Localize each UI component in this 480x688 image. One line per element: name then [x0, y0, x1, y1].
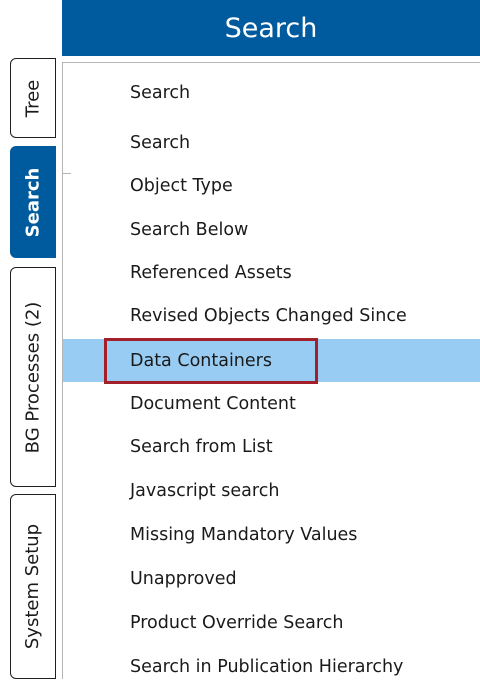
- menu-item-javascript-search[interactable]: Javascript search: [63, 469, 480, 512]
- menu-heading[interactable]: Search: [63, 71, 480, 114]
- menu-item-document-content[interactable]: Document Content: [63, 382, 480, 425]
- menu-item-data-containers[interactable]: Data Containers: [63, 339, 480, 382]
- menu-item-product-override-search[interactable]: Product Override Search: [63, 601, 480, 644]
- tab-tree-label: Tree: [22, 79, 44, 117]
- menu-item-missing-mandatory-values[interactable]: Missing Mandatory Values: [63, 513, 480, 556]
- panel-header: Search: [62, 0, 480, 56]
- tab-bg-processes-label: BG Processes (2): [22, 301, 44, 453]
- menu-item-search-below[interactable]: Search Below: [63, 208, 480, 251]
- tab-system-setup[interactable]: System Setup: [10, 494, 56, 679]
- panel-title: Search: [224, 12, 318, 44]
- menu-item-search-from-list[interactable]: Search from List: [63, 425, 480, 468]
- tab-system-setup-label: System Setup: [22, 523, 44, 650]
- side-tab-strip: Tree Search BG Processes (2) System Setu…: [0, 0, 62, 679]
- menu-item-search[interactable]: Search: [63, 121, 480, 164]
- menu-item-revised-objects[interactable]: Revised Objects Changed Since: [63, 294, 480, 337]
- menu-item-search-in-publication-hierarchy[interactable]: Search in Publication Hierarchy: [63, 645, 480, 688]
- tab-search-label: Search: [22, 167, 44, 237]
- menu-item-object-type[interactable]: Object Type: [63, 164, 480, 207]
- menu-item-unapproved[interactable]: Unapproved: [63, 557, 480, 600]
- tab-tree[interactable]: Tree: [10, 58, 56, 138]
- search-menu-panel: Search Search Object Type Search Below R…: [62, 62, 480, 679]
- tab-search[interactable]: Search: [10, 146, 56, 258]
- tab-bg-processes[interactable]: BG Processes (2): [10, 267, 56, 487]
- menu-item-referenced-assets[interactable]: Referenced Assets: [63, 251, 480, 294]
